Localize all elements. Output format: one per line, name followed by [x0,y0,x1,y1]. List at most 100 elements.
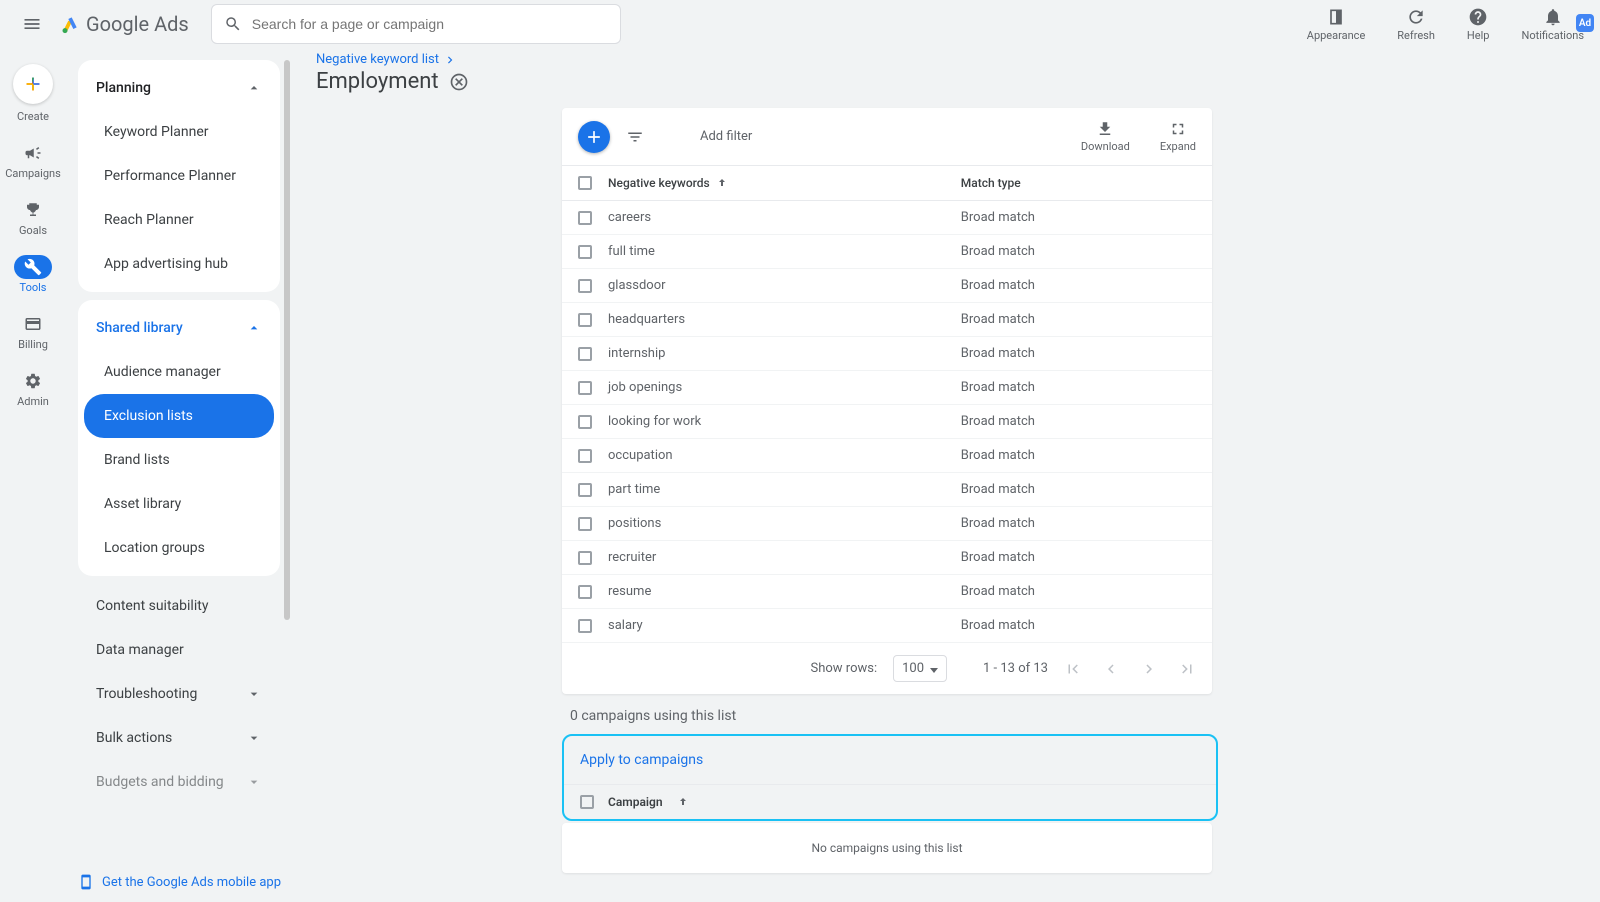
table-row[interactable]: job openingsBroad match [562,371,1212,405]
rail-tools[interactable]: Tools [14,255,52,294]
add-keyword-button[interactable] [578,121,610,153]
row-checkbox[interactable] [578,313,592,327]
sidebar-section-shared-library[interactable]: Shared library [78,306,280,350]
column-header-keywords[interactable]: Negative keywords [608,176,961,190]
keyword-cell: salary [608,618,961,633]
column-header-campaign[interactable]: Campaign [608,795,663,809]
show-rows-label: Show rows: [811,661,878,676]
sidebar-item-troubleshooting[interactable]: Troubleshooting [78,672,280,716]
close-circle-icon[interactable] [449,72,469,92]
table-row[interactable]: headquartersBroad match [562,303,1212,337]
search-icon [224,15,242,33]
row-checkbox[interactable] [578,483,592,497]
column-header-match-type[interactable]: Match type [961,176,1196,190]
keyword-cell: positions [608,516,961,531]
download-button[interactable]: Download [1081,120,1130,153]
table-row[interactable]: careersBroad match [562,201,1212,235]
table-row[interactable]: glassdoorBroad match [562,269,1212,303]
match-type-cell: Broad match [961,346,1196,361]
search-box[interactable] [211,4,621,44]
logo[interactable]: Google Ads [60,12,189,36]
keyword-cell: internship [608,346,961,361]
chevron-right-icon [443,53,457,67]
add-filter-button[interactable]: Add filter [700,129,752,144]
breadcrumb[interactable]: Negative keyword list [316,52,1580,67]
keyword-cell: part time [608,482,961,497]
match-type-cell: Broad match [961,244,1196,259]
apply-to-campaigns-button[interactable]: Apply to campaigns [564,736,1216,785]
appearance-button[interactable]: Appearance [1307,7,1366,42]
expand-button[interactable]: Expand [1160,120,1196,153]
sidebar-item-exclusion-lists[interactable]: Exclusion lists [84,394,274,438]
sidebar-item-content-suitability[interactable]: Content suitability [78,584,280,628]
search-input[interactable] [252,16,608,32]
table-row[interactable]: recruiterBroad match [562,541,1212,575]
sidebar-item-location-groups[interactable]: Location groups [78,526,280,570]
sidebar-item-data-manager[interactable]: Data manager [78,628,280,672]
sidebar-item-asset-library[interactable]: Asset library [78,482,280,526]
gear-icon [24,372,42,390]
row-checkbox[interactable] [578,415,592,429]
chevron-down-icon [246,686,262,702]
no-campaigns-message: No campaigns using this list [562,823,1212,873]
rail-campaigns[interactable]: Campaigns [5,141,61,180]
row-checkbox[interactable] [578,619,592,633]
filter-icon[interactable] [626,128,644,146]
refresh-button[interactable]: Refresh [1397,7,1435,42]
chevron-down-icon [246,730,262,746]
table-row[interactable]: part timeBroad match [562,473,1212,507]
appearance-icon [1326,7,1346,27]
table-row[interactable]: looking for workBroad match [562,405,1212,439]
sidebar-item-audience-manager[interactable]: Audience manager [78,350,280,394]
rail-admin[interactable]: Admin [14,369,52,408]
menu-button[interactable] [16,8,48,40]
pager-first[interactable] [1064,660,1082,678]
refresh-icon [1406,7,1426,27]
mobile-app-link[interactable]: Get the Google Ads mobile app [78,874,281,890]
row-checkbox[interactable] [578,449,592,463]
table-row[interactable]: full timeBroad match [562,235,1212,269]
google-ads-logo-icon [60,14,80,34]
table-row[interactable]: positionsBroad match [562,507,1212,541]
pager-next[interactable] [1140,660,1158,678]
sort-asc-icon [677,796,689,808]
rows-per-page-select[interactable]: 100 [893,655,947,682]
row-checkbox[interactable] [578,245,592,259]
sidebar-item-keyword-planner[interactable]: Keyword Planner [78,110,280,154]
sidebar-item-brand-lists[interactable]: Brand lists [78,438,280,482]
help-button[interactable]: Help [1467,7,1490,42]
pager-prev[interactable] [1102,660,1120,678]
sidebar-item-budgets[interactable]: Budgets and bidding [78,760,280,804]
keyword-cell: glassdoor [608,278,961,293]
sidebar-item-app-hub[interactable]: App advertising hub [78,242,280,286]
bell-icon [1543,7,1563,27]
app-header: Google Ads Appearance Refresh Help Notif… [0,0,1600,48]
table-row[interactable]: resumeBroad match [562,575,1212,609]
table-row[interactable]: salaryBroad match [562,609,1212,643]
sidebar-section-planning[interactable]: Planning [78,66,280,110]
row-checkbox[interactable] [578,279,592,293]
keyword-cell: job openings [608,380,961,395]
row-checkbox[interactable] [578,211,592,225]
sidebar-item-reach-planner[interactable]: Reach Planner [78,198,280,242]
create-button[interactable]: Create [13,64,53,123]
pager-last[interactable] [1178,660,1196,678]
row-checkbox[interactable] [578,551,592,565]
megaphone-icon [24,144,42,162]
table-row[interactable]: occupationBroad match [562,439,1212,473]
row-checkbox[interactable] [578,347,592,361]
notifications-button[interactable]: Notifications [1521,7,1584,42]
row-checkbox[interactable] [578,585,592,599]
rail-billing[interactable]: Billing [14,312,52,351]
table-row[interactable]: internshipBroad match [562,337,1212,371]
sidebar-item-performance-planner[interactable]: Performance Planner [78,154,280,198]
table-header: Negative keywords Match type [562,166,1212,201]
rail-goals[interactable]: Goals [14,198,52,237]
sidebar-scrollbar[interactable] [284,60,290,862]
select-all-campaigns-checkbox[interactable] [580,795,594,809]
row-checkbox[interactable] [578,517,592,531]
row-checkbox[interactable] [578,381,592,395]
sidebar-item-bulk-actions[interactable]: Bulk actions [78,716,280,760]
select-all-checkbox[interactable] [578,176,592,190]
match-type-cell: Broad match [961,380,1196,395]
